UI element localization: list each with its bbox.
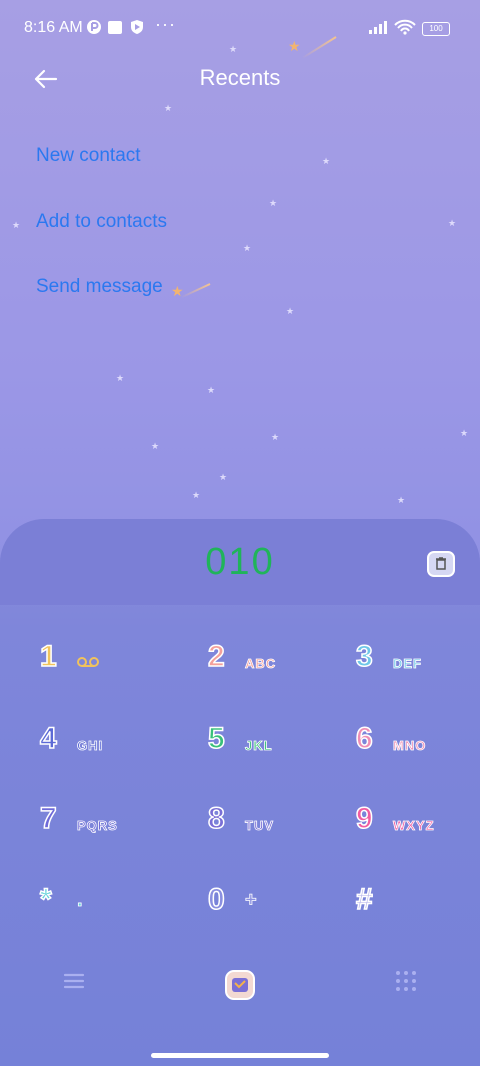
- dial-key-letters: GHI: [77, 738, 104, 754]
- dial-key-letters: JKL: [245, 738, 273, 754]
- send-message-link[interactable]: Send message: [36, 276, 163, 298]
- dial-key-7[interactable]: 8 TUV: [207, 801, 348, 862]
- star-decoration: ★: [322, 156, 331, 166]
- add-to-contacts-link[interactable]: Add to contacts: [36, 211, 167, 233]
- dial-key-letters: MNO: [393, 738, 427, 754]
- dial-key-letters: ABC: [245, 656, 277, 672]
- voicemail-icon: [77, 656, 99, 671]
- dial-key-digit: 8: [207, 801, 225, 836]
- app-notification-icon: [86, 19, 102, 35]
- dial-key-4[interactable]: 5 JKL: [207, 721, 348, 782]
- dial-key-5[interactable]: 6 MNO: [355, 721, 480, 782]
- page-title: Recents: [199, 65, 281, 90]
- star-decoration: ★: [271, 432, 280, 442]
- delete-icon[interactable]: [427, 551, 455, 577]
- dial-key-digit: 4: [39, 721, 57, 756]
- dial-key-letters: +: [245, 889, 258, 912]
- star-decoration: ★: [192, 490, 201, 500]
- dial-key-digit: #: [355, 882, 373, 917]
- dial-key-9[interactable]: *.: [39, 882, 180, 943]
- comet-decoration: ★: [171, 283, 184, 299]
- dial-key-letters: TUV: [245, 818, 274, 834]
- more-notifications: ···: [155, 14, 176, 34]
- star-decoration: ★: [116, 373, 125, 383]
- status-bar: 8:16 AM ··· 100: [0, 0, 480, 56]
- dial-key-letters: PQRS: [77, 818, 118, 834]
- dial-key-digit: 1: [39, 639, 57, 674]
- new-contact-link[interactable]: New contact: [36, 145, 141, 167]
- battery-indicator: 100: [422, 22, 450, 36]
- comet-decoration: [180, 283, 211, 299]
- dial-key-6[interactable]: 7 PQRS: [39, 801, 180, 862]
- dial-key-digit: 0: [207, 882, 225, 917]
- dial-key-digit: 9: [355, 801, 373, 836]
- dial-key-3[interactable]: 4 GHI: [39, 721, 180, 782]
- star-decoration: ★: [151, 441, 160, 451]
- dial-key-digit: 3: [355, 639, 373, 674]
- dial-key-8[interactable]: 9 WXYZ: [355, 801, 480, 862]
- dialed-number: 010: [205, 541, 275, 583]
- dial-key-letters: WXYZ: [393, 818, 435, 834]
- dial-key-11[interactable]: #: [355, 882, 480, 943]
- star-decoration: ★: [397, 495, 406, 505]
- star-decoration: ★: [460, 428, 469, 438]
- dial-key-digit: 5: [207, 721, 225, 756]
- star-decoration: ★: [207, 385, 216, 395]
- dial-key-10[interactable]: 0 +: [207, 882, 348, 943]
- home-indicator: [151, 1053, 329, 1058]
- dial-key-digit: *: [39, 882, 52, 917]
- call-button-icon[interactable]: [224, 969, 256, 1001]
- dial-key-2[interactable]: 3 DEF: [355, 639, 480, 700]
- status-time: 8:16 AM: [24, 19, 83, 36]
- star-decoration: ★: [286, 306, 295, 316]
- star-decoration: ★: [269, 198, 278, 208]
- shield-notification-icon: [129, 19, 145, 35]
- star-decoration: ★: [164, 103, 173, 113]
- signal-icon: [368, 19, 390, 35]
- dial-key-digit: 7: [39, 801, 57, 836]
- star-decoration: ★: [243, 243, 252, 253]
- dial-key-0[interactable]: 1: [39, 639, 180, 700]
- dial-key-digit: 6: [355, 721, 373, 756]
- star-decoration: ★: [448, 218, 457, 228]
- file-notification-icon: [107, 19, 123, 35]
- dial-key-letters: .: [77, 889, 84, 912]
- dial-key-digit: 2: [207, 639, 225, 674]
- dial-key-letters: DEF: [393, 656, 422, 672]
- menu-icon[interactable]: [62, 969, 86, 993]
- dialpad-icon[interactable]: [394, 969, 418, 993]
- star-decoration: ★: [219, 472, 228, 482]
- wifi-icon: [394, 19, 416, 35]
- star-decoration: ★: [12, 220, 21, 230]
- dial-key-1[interactable]: 2 ABC: [207, 639, 348, 700]
